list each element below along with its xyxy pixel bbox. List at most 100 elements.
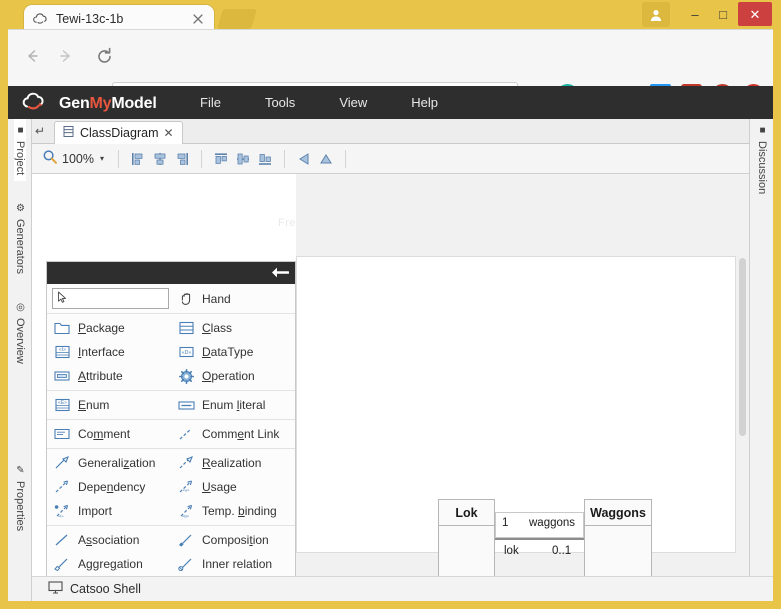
align-left-icon[interactable] [127, 148, 149, 170]
tab-classdiagram[interactable]: ClassDiagram ✕ [54, 121, 183, 144]
menu-view[interactable]: View [317, 86, 389, 119]
association-icon [53, 532, 71, 548]
palette-item-comment[interactable]: Comment [47, 422, 171, 446]
palette-item-operation[interactable]: Operation [171, 364, 295, 388]
minimize-button[interactable]: – [682, 3, 708, 25]
uml-class-name: Lok [439, 500, 494, 526]
app-logo-text: GenMyModel [59, 95, 157, 113]
close-button[interactable]: ✕ [738, 2, 772, 26]
palette-label-enum: Enum [78, 398, 110, 412]
canvas-vertical-scrollbar[interactable] [738, 258, 747, 548]
palette-item-attribute[interactable]: Attribute [47, 364, 171, 388]
diagram-canvas[interactable] [296, 256, 736, 553]
flip-horizontal-icon[interactable] [293, 148, 315, 170]
reload-icon[interactable] [88, 40, 120, 72]
usage-icon: «u» [177, 479, 195, 495]
search-input[interactable] [52, 288, 169, 309]
close-icon[interactable]: ✕ [164, 126, 174, 140]
palette-label-datatype: DataType [202, 345, 254, 359]
align-top-icon[interactable] [210, 148, 232, 170]
browser-window: Tewi-13c-1b – □ ✕ GenMyModel File Tools … [0, 0, 781, 609]
palette-item-datatype[interactable]: «D» DataType [171, 340, 295, 364]
palette-item-association[interactable]: Association [47, 528, 171, 552]
uml-class-waggons[interactable]: Waggons [584, 499, 652, 577]
palette-label-dependency: Dependency [78, 480, 146, 494]
association-target-role[interactable]: lok [504, 545, 519, 557]
palette-row: «I» Import «B» Temp. binding [47, 499, 295, 523]
palette-item-temp-binding[interactable]: «B» Temp. binding [171, 499, 295, 523]
forward-arrow-icon[interactable] [50, 40, 82, 72]
vertical-scroll-thumb[interactable] [739, 258, 746, 436]
palette-label-package: Package [78, 321, 125, 335]
sidebar-item-generators[interactable]: ⚙ Generators [14, 197, 26, 280]
class-icon [177, 320, 195, 336]
palette-item-package[interactable]: Package [47, 316, 171, 340]
project-icon: ■ [15, 125, 26, 136]
palette-item-aggregation[interactable]: Aggregation [47, 552, 171, 576]
sidebar-item-project[interactable]: ■ Project [14, 119, 26, 182]
palette-item-comment-link[interactable]: Comment Link [171, 422, 295, 446]
align-right-icon[interactable] [171, 148, 193, 170]
app-logo[interactable]: GenMyModel [20, 90, 157, 117]
palette-item-inner-relation[interactable]: Inner relation [171, 552, 295, 576]
palette-item-import[interactable]: «I» Import [47, 499, 171, 523]
genmymodel-app: GenMyModel File Tools View Help ■ Projec… [8, 86, 773, 601]
palette-item-realization[interactable]: Realization [171, 451, 295, 475]
palette-row: Package Class [47, 316, 295, 340]
sidebar-item-overview[interactable]: ◎ Overview [14, 296, 26, 370]
align-bottom-icon[interactable] [254, 148, 276, 170]
close-icon[interactable] [190, 11, 206, 27]
chevron-down-icon[interactable]: ▾ [100, 154, 104, 163]
palette-item-generalization[interactable]: Generalization [47, 451, 171, 475]
monitor-icon [48, 581, 63, 597]
tab-title: ClassDiagram [80, 126, 159, 140]
palette-item-hand[interactable]: Hand [175, 287, 231, 311]
palette-item-interface[interactable]: «I» Interface [47, 340, 171, 364]
hand-icon [177, 291, 195, 307]
palette-label-comment: Comment [78, 427, 131, 441]
maximize-button[interactable]: □ [710, 3, 736, 25]
diagram-canvas-area: Lok Waggons 1 waggons lok 0..1 [296, 174, 749, 601]
sidebar-item-properties[interactable]: ✎ Properties [14, 459, 26, 537]
palette-label-operation: Operation [202, 369, 255, 383]
zoom-control[interactable]: 100% ▾ [42, 149, 104, 168]
menu-help[interactable]: Help [389, 86, 460, 119]
minimize-panel-icon[interactable]: ↵ [35, 124, 45, 138]
svg-text:«u»: «u» [182, 488, 189, 493]
flip-vertical-icon[interactable] [315, 148, 337, 170]
sidebar-item-discussion[interactable]: ■ Discussion [756, 119, 768, 200]
association-target-multiplicity[interactable]: 0..1 [552, 545, 571, 557]
toolbar-separator [345, 149, 346, 168]
back-arrow-icon[interactable] [16, 40, 48, 72]
menu-tools[interactable]: Tools [243, 86, 317, 119]
menu-file[interactable]: File [178, 86, 243, 119]
palette-label-import: Import [78, 504, 113, 518]
user-profile-icon[interactable] [642, 2, 670, 27]
palette-item-class[interactable]: Class [171, 316, 295, 340]
inner-relation-icon [177, 556, 195, 572]
import-icon: «I» [53, 503, 71, 519]
palette-row: Comment Comment Link [47, 422, 295, 446]
navigation-buttons [16, 40, 120, 72]
association-name[interactable]: waggons [529, 517, 575, 529]
palette-label-temp-binding: Temp. binding [202, 504, 277, 518]
svg-text:«D»: «D» [181, 350, 191, 356]
palette-label-inner-relation: Inner relation [202, 557, 273, 571]
palette-item-composition[interactable]: Composition [171, 528, 295, 552]
uml-association-line[interactable] [495, 538, 584, 540]
svg-text:«I»: «I» [59, 347, 66, 353]
collapse-left-arrow-icon[interactable] [271, 266, 290, 282]
palette-item-enum-literal[interactable]: Enum literal [171, 393, 295, 417]
palette-item-dependency[interactable]: Dependency [47, 475, 171, 499]
align-center-horizontal-icon[interactable] [149, 148, 171, 170]
association-source-multiplicity[interactable]: 1 [502, 517, 508, 529]
aggregation-icon [53, 556, 71, 572]
new-tab-button[interactable] [217, 9, 257, 29]
palette-item-usage[interactable]: «u» Usage [171, 475, 295, 499]
browser-tab-title: Tewi-13c-1b [56, 12, 124, 26]
uml-class-lok[interactable]: Lok [438, 499, 495, 577]
palette-item-enum[interactable]: «E» Enum [47, 393, 171, 417]
align-middle-vertical-icon[interactable] [232, 148, 254, 170]
cursor-arrow-icon [57, 291, 68, 307]
comment-icon [53, 426, 71, 442]
